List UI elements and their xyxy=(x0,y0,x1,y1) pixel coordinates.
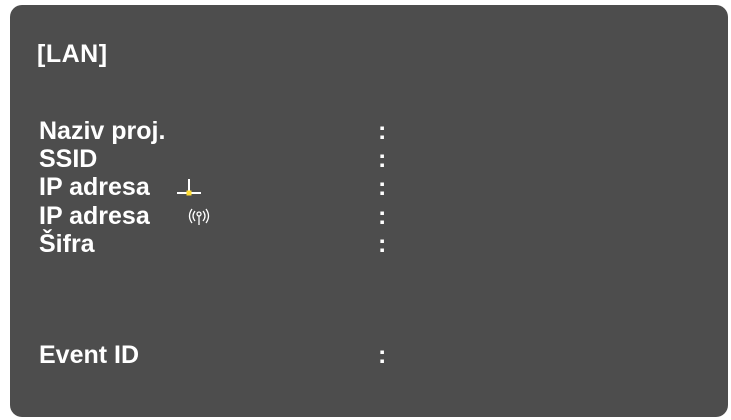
row-label: IP adresa xyxy=(39,202,150,230)
row-label: IP adresa xyxy=(39,173,150,201)
info-row-ip-wired: IP adresa : xyxy=(39,173,599,201)
info-row-event-id: Event ID : xyxy=(39,341,599,369)
info-row-projector-name: Naziv proj. : xyxy=(39,117,599,145)
wired-lan-icon xyxy=(175,177,203,205)
row-separator: : xyxy=(378,341,387,369)
row-label: Event ID xyxy=(39,341,140,369)
info-row-ssid: SSID : xyxy=(39,145,599,173)
lan-info-screen: [LAN] Naziv proj. : SSID : IP adresa : I… xyxy=(10,5,728,417)
row-label: Šifra xyxy=(39,230,95,258)
row-separator: : xyxy=(378,230,387,258)
row-separator: : xyxy=(378,117,387,145)
panel-title: [LAN] xyxy=(37,40,108,68)
info-row-password: Šifra : xyxy=(39,230,599,258)
info-row-ip-wireless: IP adresa : xyxy=(39,202,599,230)
row-label: Naziv proj. xyxy=(39,117,166,145)
row-separator: : xyxy=(378,202,387,230)
row-separator: : xyxy=(378,173,387,201)
row-separator: : xyxy=(378,145,387,173)
row-label: SSID xyxy=(39,145,98,173)
